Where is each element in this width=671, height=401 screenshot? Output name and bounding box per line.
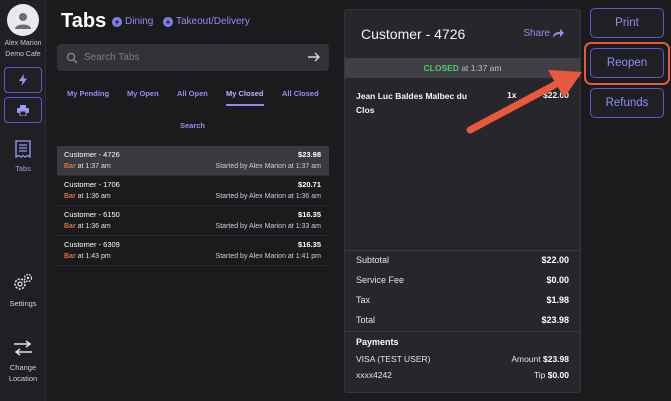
tab-time: at 1:43 pm: [77, 253, 111, 260]
search-icon: [66, 52, 78, 63]
user-name: Alex Marion: [4, 40, 42, 47]
tab-time: at 1:36 am: [77, 193, 111, 200]
sidebar-item-settings[interactable]: Settings: [0, 273, 46, 308]
tab-amount: $16.35: [298, 210, 321, 219]
service-fee-value: $0.00: [546, 275, 569, 285]
tab-name: Customer - 1706: [64, 180, 120, 189]
printer-icon: [17, 104, 29, 116]
print-queue-button[interactable]: [4, 97, 42, 123]
plus-icon: +: [112, 16, 122, 27]
tab-all-open[interactable]: All Open: [177, 89, 208, 98]
print-button[interactable]: Print: [590, 8, 664, 38]
tab-detail-card: Customer - 4726 Share CLOSED at 1:37 am …: [344, 9, 581, 393]
plus-icon: +: [163, 16, 173, 27]
payment-tip-value: $0.00: [547, 370, 569, 380]
status-badge: CLOSED: [423, 63, 459, 73]
tab-time: at 1:37 am: [77, 163, 111, 170]
tab-all-closed[interactable]: All Closed: [282, 89, 319, 98]
payment-card: xxxx4242: [356, 370, 392, 380]
tab-amount: $16.35: [298, 240, 321, 249]
sidebar: Alex Marion Demo Cafe Tabs Settings Chan…: [0, 0, 46, 401]
tab-name: Customer - 4726: [64, 150, 120, 159]
detail-title: Customer - 4726: [361, 26, 466, 42]
payments-header: Payments: [356, 337, 399, 347]
tab-started: Started by Alex Marion at 1:41 pm: [215, 253, 321, 260]
arrow-right-icon[interactable]: [307, 50, 321, 64]
location-name: Bar: [64, 223, 76, 230]
page-title: Tabs: [61, 10, 107, 32]
payment-amount: Amount $23.98: [511, 354, 569, 364]
tab-name: Customer - 6309: [64, 240, 120, 249]
total-label: Total: [356, 315, 376, 325]
app: Alex Marion Demo Cafe Tabs Settings Chan…: [0, 0, 671, 401]
service-fee-label: Service Fee: [356, 275, 405, 285]
location-name: Bar: [64, 253, 76, 260]
tab-amount: $23.98: [298, 150, 321, 159]
tab-amount: $20.71: [298, 180, 321, 189]
tab-location: Bar at 1:36 am: [64, 223, 111, 230]
reopen-highlight-box: [584, 42, 670, 85]
search-input[interactable]: [84, 52, 294, 63]
receipt-icon: [15, 140, 31, 159]
list-item[interactable]: Customer - 1706 $20.71 Bar at 1:36 am St…: [57, 176, 329, 206]
tab-search[interactable]: Search: [180, 121, 205, 130]
tax-value: $1.98: [546, 295, 569, 305]
divider: [345, 331, 580, 332]
user-icon: [15, 13, 31, 29]
tab-my-closed[interactable]: My Closed: [226, 89, 264, 106]
quick-action-button[interactable]: [4, 67, 42, 93]
payment-tip: Tip $0.00: [534, 370, 569, 380]
tab-started: Started by Alex Marion at 1:36 am: [215, 193, 321, 200]
tab-location: Bar at 1:37 am: [64, 163, 111, 170]
sidebar-item-tabs[interactable]: Tabs: [0, 140, 46, 173]
dining-link[interactable]: + Dining: [112, 16, 153, 27]
location-name: Bar: [64, 193, 76, 200]
subtotal-label: Subtotal: [356, 255, 390, 265]
search-bar: [57, 44, 329, 71]
total-value: $23.98: [541, 315, 569, 325]
tab-time: at 1:36 am: [77, 223, 111, 230]
share-arrow-icon: [553, 29, 564, 38]
swap-arrows-icon: [14, 340, 32, 356]
payment-amount-label: Amount: [511, 354, 541, 364]
tab-name: Customer - 6150: [64, 210, 120, 219]
annotation-arrow-icon: [466, 70, 582, 134]
location-name: Bar: [64, 163, 76, 170]
tab-location: Bar at 1:43 pm: [64, 253, 111, 260]
divider: [345, 250, 580, 251]
tab-my-open[interactable]: My Open: [127, 89, 159, 98]
gears-icon: [14, 273, 33, 290]
list-item[interactable]: Customer - 6309 $16.35 Bar at 1:43 pm St…: [57, 236, 329, 266]
tab-list: Customer - 4726 $23.98 Bar at 1:37 am St…: [57, 146, 329, 266]
sidebar-item-change-location[interactable]: Change Location: [0, 340, 46, 384]
list-item[interactable]: Customer - 4726 $23.98 Bar at 1:37 am St…: [57, 146, 329, 176]
list-item[interactable]: Customer - 6150 $16.35 Bar at 1:36 am St…: [57, 206, 329, 236]
user-place: Demo Cafe: [5, 51, 41, 58]
tab-started: Started by Alex Marion at 1:33 am: [215, 223, 321, 230]
refunds-button[interactable]: Refunds: [590, 88, 664, 118]
payment-tip-label: Tip: [533, 370, 546, 380]
sidebar-item-tabs-label: Tabs: [15, 164, 31, 173]
sidebar-item-change-location-label: Change Location: [8, 363, 38, 383]
share-button[interactable]: Share: [523, 28, 564, 39]
tab-started: Started by Alex Marion at 1:37 am: [215, 163, 321, 170]
subtotal-value: $22.00: [541, 255, 569, 265]
share-label: Share: [523, 28, 550, 39]
takeout-delivery-link-label: Takeout/Delivery: [176, 16, 250, 27]
tab-location: Bar at 1:36 am: [64, 193, 111, 200]
payment-amount-value: $23.98: [543, 354, 569, 364]
takeout-delivery-link[interactable]: + Takeout/Delivery: [163, 16, 250, 27]
tab-my-pending[interactable]: My Pending: [67, 89, 109, 98]
avatar[interactable]: [7, 4, 39, 36]
sidebar-item-settings-label: Settings: [9, 299, 37, 308]
tax-label: Tax: [356, 295, 371, 305]
lightning-icon: [19, 74, 27, 86]
payment-method: VISA (TEST USER): [356, 354, 431, 364]
dining-link-label: Dining: [125, 16, 154, 27]
